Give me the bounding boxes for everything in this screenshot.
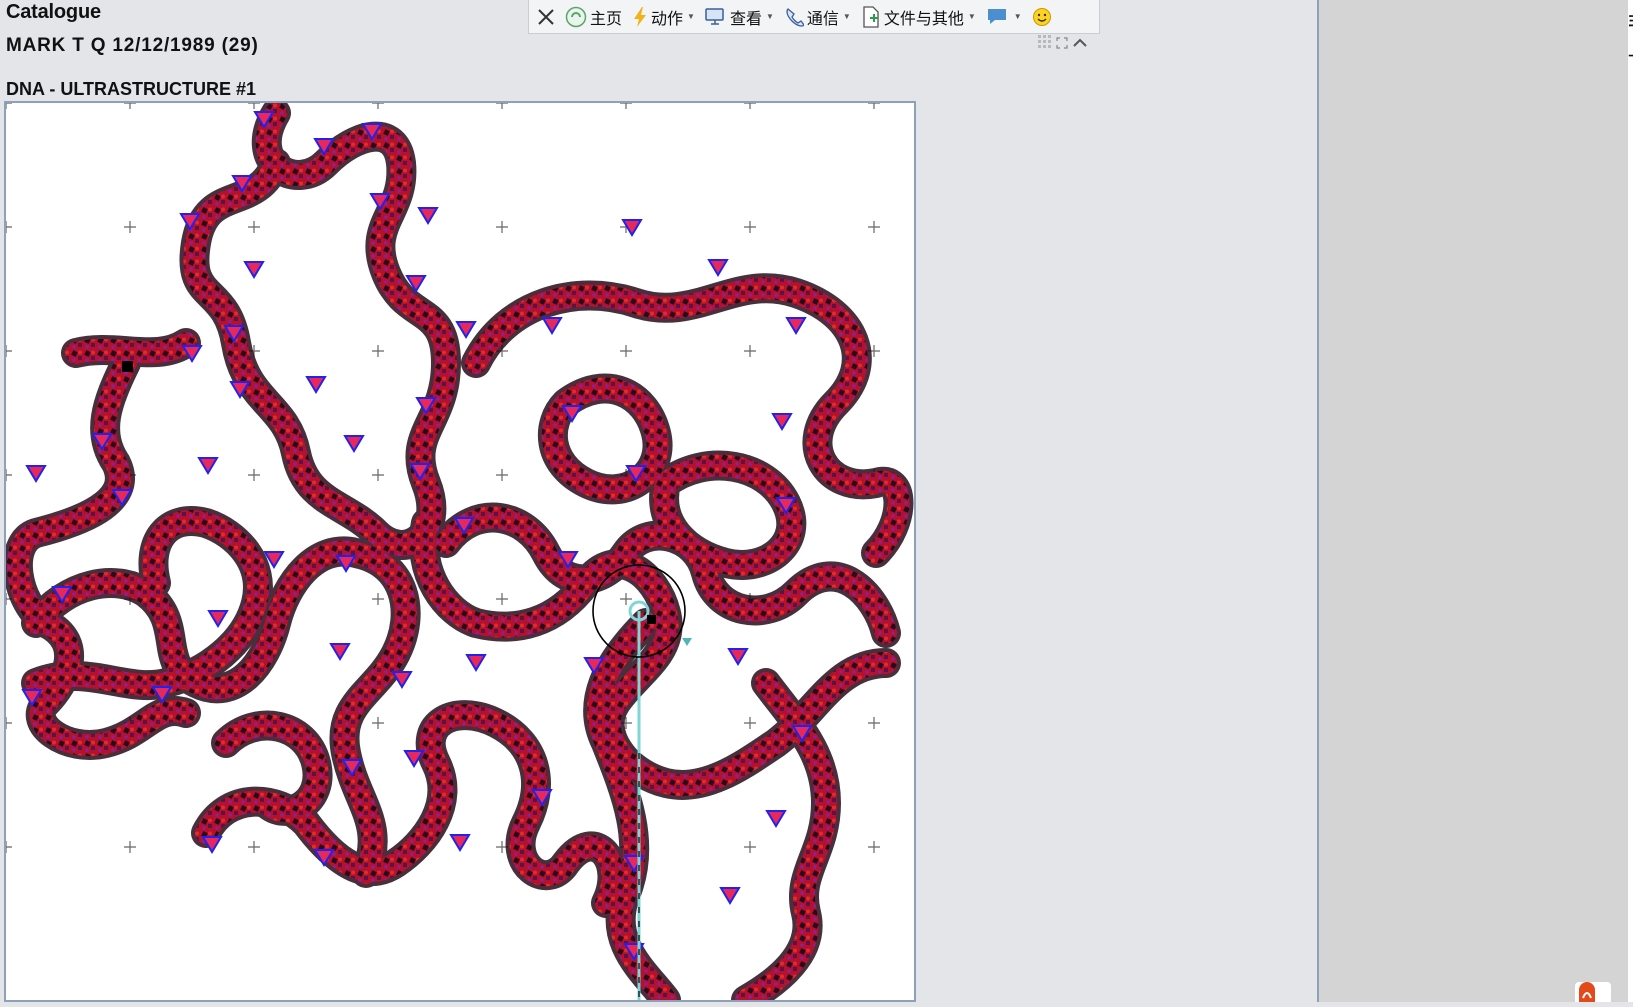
triangle-marker xyxy=(455,321,477,339)
grid-tick xyxy=(6,469,12,481)
chevron-down-icon: ▼ xyxy=(765,12,774,21)
grid-tick xyxy=(124,103,136,109)
chevron-down-icon: ▼ xyxy=(687,12,695,21)
smiley-icon xyxy=(1032,7,1052,27)
lightning-icon xyxy=(632,6,648,28)
toolbar-actions[interactable]: 动作 ▼ xyxy=(632,5,695,29)
edge-glyph: ヨ xyxy=(1627,10,1633,31)
grid-tick xyxy=(124,841,136,853)
toolbar-comm-label: 通信 xyxy=(806,10,839,28)
monitor-icon xyxy=(705,7,727,27)
grid-tick xyxy=(496,593,508,605)
grid-tick xyxy=(744,221,756,233)
grid-tick xyxy=(248,469,260,481)
grid-tick xyxy=(6,103,12,109)
phone-icon xyxy=(784,7,804,27)
grid-tick xyxy=(744,103,756,109)
toolbar-home[interactable]: 主页 xyxy=(565,5,622,29)
toolbar-comm[interactable]: 通信 ▼ xyxy=(784,5,851,29)
grid-tick xyxy=(496,221,508,233)
toolbar-files-label: 文件与其他 xyxy=(883,10,964,28)
triangle-marker xyxy=(719,887,741,905)
home-icon xyxy=(565,6,587,28)
tray-icon[interactable] xyxy=(1575,982,1611,1002)
grid-tick xyxy=(248,103,260,109)
triangle-marker xyxy=(343,435,365,453)
remote-toolbar: 主页 动作 ▼ 查看 ▼ 通信 ▼ 文件与其他 ▼ ▼ xyxy=(528,0,1100,34)
view-title: DNA - ULTRASTRUCTURE #1 xyxy=(6,79,256,99)
grid-tick xyxy=(6,841,12,853)
triangle-marker xyxy=(207,610,229,628)
expand-icon[interactable] xyxy=(1056,36,1068,54)
toolbar-chat[interactable]: ▼ xyxy=(986,7,1022,27)
triangle-marker xyxy=(243,261,265,279)
dna-ultrastructure-image[interactable] xyxy=(6,103,914,1000)
toolbar-view[interactable]: 查看 ▼ xyxy=(705,5,774,29)
grid-tick xyxy=(620,593,632,605)
triangle-marker xyxy=(329,643,351,661)
grid-tick xyxy=(620,103,632,109)
toolbar-view-label: 查看 xyxy=(729,10,762,28)
grid-tick xyxy=(372,345,384,357)
close-icon[interactable] xyxy=(537,8,555,26)
triangle-marker xyxy=(465,654,487,672)
toolbar-subcontrols xyxy=(1038,35,1088,54)
grid-tick xyxy=(124,221,136,233)
triangle-marker xyxy=(765,810,787,828)
toolbar-emoji[interactable] xyxy=(1032,7,1052,27)
triangle-marker xyxy=(785,317,807,335)
window-edge xyxy=(1628,0,1633,1002)
grid-tick xyxy=(372,593,384,605)
toolbar-actions-label: 动作 xyxy=(651,10,684,28)
edge-glyph: ＋ xyxy=(1627,45,1633,66)
grid-tick xyxy=(248,221,260,233)
chevron-down-icon: ▼ xyxy=(967,12,976,21)
grid-tick xyxy=(372,717,384,729)
grid-tick xyxy=(372,469,384,481)
grid-tick xyxy=(868,103,880,109)
grid-tick xyxy=(6,717,12,729)
grid-tick xyxy=(496,103,508,109)
toolbar-home-label: 主页 xyxy=(590,10,623,28)
chevron-up-icon[interactable] xyxy=(1072,36,1088,54)
grid-tick xyxy=(868,221,880,233)
dna-strands xyxy=(6,103,914,1000)
chat-icon xyxy=(986,7,1010,27)
side-panel xyxy=(1317,0,1630,1002)
triangle-marker xyxy=(197,457,219,475)
toolbar-files[interactable]: 文件与其他 ▼ xyxy=(861,5,976,29)
chevron-down-icon: ▼ xyxy=(842,12,851,21)
grid-tick xyxy=(248,841,260,853)
triangle-marker xyxy=(449,834,471,852)
app-title: Catalogue xyxy=(6,1,101,23)
triangle-marker xyxy=(25,465,47,483)
triangle-marker xyxy=(541,317,563,335)
chevron-down-icon: ▼ xyxy=(1013,12,1022,21)
grid-tick xyxy=(744,841,756,853)
image-viewer[interactable] xyxy=(4,101,916,1002)
triangle-marker xyxy=(771,413,793,431)
grid-tick xyxy=(868,841,880,853)
selection-point xyxy=(122,361,133,372)
grid-tick xyxy=(744,345,756,357)
patient-info: MARK T Q 12/12/1989 (29) xyxy=(6,35,259,56)
file-icon xyxy=(861,5,881,28)
triangle-marker xyxy=(707,259,729,277)
triangle-marker xyxy=(417,207,439,225)
grid-tick xyxy=(6,345,12,357)
triangle-marker xyxy=(727,648,749,666)
grid-tick xyxy=(620,345,632,357)
grid-icon[interactable] xyxy=(1038,35,1052,54)
grid-tick xyxy=(6,221,12,233)
grid-tick xyxy=(496,469,508,481)
grid-tick xyxy=(744,717,756,729)
grid-tick xyxy=(372,103,384,109)
triangle-marker xyxy=(305,376,327,394)
grid-tick xyxy=(868,717,880,729)
